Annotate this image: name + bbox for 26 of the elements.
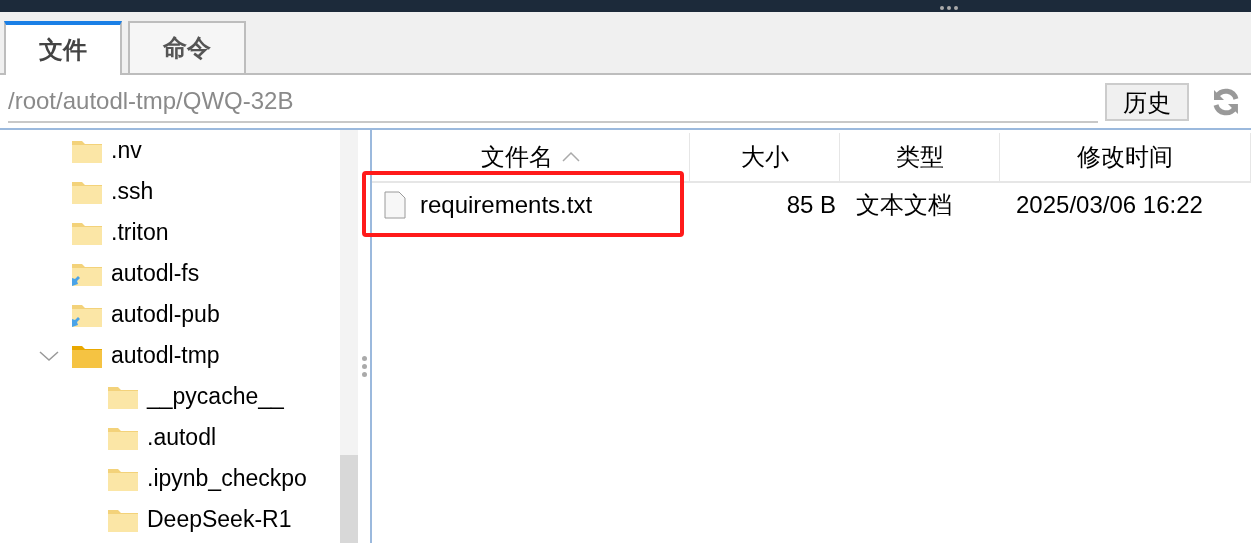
file-type: 文本文档: [855, 190, 953, 220]
tree-item[interactable]: autodl-pub: [111, 297, 220, 332]
column-header[interactable]: 类型: [840, 133, 1000, 181]
history-button[interactable]: 历史: [1105, 82, 1190, 121]
tree-item[interactable]: .ipynb_checkpo: [147, 461, 307, 496]
file-name[interactable]: requirements.txt: [420, 187, 593, 223]
tree-item[interactable]: autodl-fs: [111, 256, 200, 291]
document-icon: [384, 191, 406, 219]
refresh-icon[interactable]: [1211, 86, 1241, 117]
tree-item[interactable]: DeepSeek-R1: [147, 502, 292, 537]
modified-time: 2025/03/06 16:22: [1015, 190, 1204, 220]
tree-item[interactable]: autodl-tmp: [111, 338, 220, 373]
resize-grip-icon[interactable]: [940, 6, 958, 10]
tab[interactable]: 文件: [4, 21, 122, 75]
tree-item[interactable]: .ssh: [111, 174, 154, 209]
tab[interactable]: 命令: [128, 21, 246, 73]
tree-item[interactable]: .nv: [111, 133, 142, 168]
tree-item[interactable]: __pycache__: [147, 379, 284, 414]
scrollbar[interactable]: [340, 130, 358, 543]
tree-item[interactable]: .autodl: [147, 420, 217, 455]
file-size: 85 B: [785, 190, 837, 220]
column-header[interactable]: 修改时间: [1000, 133, 1251, 181]
tree-item[interactable]: .triton: [111, 215, 169, 250]
column-header[interactable]: 文件名: [372, 133, 690, 181]
column-header[interactable]: 大小: [690, 133, 840, 181]
chevron-down-icon[interactable]: [38, 349, 60, 362]
